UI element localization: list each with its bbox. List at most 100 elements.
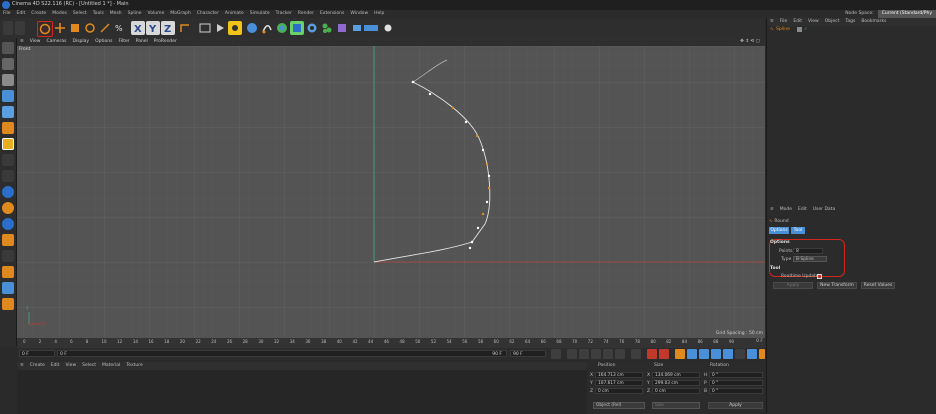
object-menu-edit[interactable]: Edit (790, 18, 805, 26)
autokey-icon[interactable] (659, 349, 669, 359)
end-frame-field[interactable]: 90 F (510, 350, 546, 357)
viewport-menu-cameras[interactable]: Cameras (43, 38, 69, 46)
move-icon[interactable] (53, 21, 67, 35)
apply-button[interactable]: Apply (773, 282, 813, 289)
menu-spline[interactable]: Spline (125, 10, 145, 18)
material-menu-select[interactable]: Select (79, 362, 99, 370)
next-frame-icon[interactable] (603, 349, 613, 359)
menu-select[interactable]: Select (70, 10, 90, 18)
menu-simulate[interactable]: Simulate (247, 10, 273, 18)
points-field[interactable]: 8 (793, 248, 823, 254)
menu-create[interactable]: Create (28, 10, 49, 18)
rotation-p-field[interactable]: 0 ° (709, 380, 763, 386)
menu-tools[interactable]: Tools (90, 10, 107, 18)
record-active-icon[interactable] (647, 349, 657, 359)
make-editable-icon[interactable] (2, 42, 14, 54)
size-x-field[interactable]: 134.069 cm (652, 372, 700, 378)
workplane-icon[interactable] (2, 218, 14, 230)
z-axis-lock-icon[interactable]: Z (161, 21, 175, 35)
viewport-front[interactable]: Front Y X Grid Spacing : 50 cm (17, 46, 765, 338)
material-menu-texture[interactable]: Texture (123, 362, 145, 370)
render-region-icon[interactable] (198, 21, 212, 35)
tab-tool[interactable]: Tool (791, 227, 805, 234)
rotation-h-field[interactable]: 0 ° (709, 372, 763, 378)
reset-values-button[interactable]: Reset Values (861, 282, 895, 289)
snap-icon[interactable] (2, 186, 14, 198)
light-icon[interactable] (381, 21, 395, 35)
preview-range-slider[interactable]: 0 F 90 F (57, 350, 507, 357)
type-dropdown[interactable]: B-Spline (793, 256, 827, 262)
subdivision-icon[interactable] (275, 21, 289, 35)
menu-modes[interactable]: Modes (49, 10, 70, 18)
lock-workplane-icon[interactable] (2, 234, 14, 246)
next-key-icon[interactable] (615, 349, 625, 359)
pen-spline-icon[interactable] (260, 21, 274, 35)
cloner-icon[interactable] (290, 21, 304, 35)
scale-key-icon[interactable] (699, 349, 709, 359)
play-icon[interactable] (591, 349, 601, 359)
position-key-icon[interactable] (687, 349, 697, 359)
previous-key-icon[interactable] (567, 349, 577, 359)
texture-mode-icon[interactable] (2, 74, 14, 86)
viewport-menu-filter[interactable]: Filter (115, 38, 132, 46)
deformer-icon[interactable] (305, 21, 319, 35)
menu-mesh[interactable]: Mesh (107, 10, 125, 18)
uv-mode-icon[interactable] (2, 138, 14, 150)
tab-options[interactable]: Options (769, 227, 789, 234)
viewport-menu-view[interactable]: View (27, 38, 44, 46)
material-menu-create[interactable]: Create (27, 362, 48, 370)
menu-mograph[interactable]: MoGraph (167, 10, 193, 18)
keyframe-selection-icon[interactable] (675, 349, 685, 359)
modeling-axis-icon[interactable] (2, 298, 14, 310)
rotation-key-icon[interactable] (711, 349, 721, 359)
viewport-menu-display[interactable]: Display (69, 38, 92, 46)
x-axis-lock-icon[interactable]: X (131, 21, 145, 35)
attribute-menu-edit[interactable]: Edit (795, 206, 810, 214)
undo-icon[interactable] (3, 21, 13, 35)
object-row-spline[interactable]: ∿ Spline ✓ (767, 27, 936, 33)
menu-render[interactable]: Render (295, 10, 317, 18)
quantize-icon[interactable] (2, 282, 14, 294)
tweak-mode-icon[interactable] (2, 170, 14, 182)
object-menu-bookmarks[interactable]: Bookmarks (858, 18, 889, 26)
points-mode-icon[interactable] (2, 90, 14, 102)
object-menu-tags[interactable]: Tags (842, 18, 858, 26)
polygons-mode-icon[interactable] (2, 122, 14, 134)
realtime-update-checkbox[interactable] (817, 274, 822, 279)
cube-icon[interactable] (245, 21, 259, 35)
menu-extensions[interactable]: Extensions (317, 10, 347, 18)
object-menu-object[interactable]: Object (822, 18, 843, 26)
attribute-menu-user-data[interactable]: User Data (810, 206, 838, 214)
menu-volume[interactable]: Volume (145, 10, 168, 18)
material-menu-material[interactable]: Material (99, 362, 123, 370)
size-y-field[interactable]: 299.03 cm (652, 380, 700, 386)
new-transform-button[interactable]: New Transform (817, 282, 857, 289)
planar-workplane-icon[interactable] (2, 266, 14, 278)
render-view-icon[interactable] (213, 21, 227, 35)
object-menu-file[interactable]: File (777, 18, 791, 26)
point-level-icon[interactable] (735, 349, 745, 359)
edges-mode-icon[interactable] (2, 106, 14, 118)
menu-edit[interactable]: Edit (14, 10, 29, 18)
coordinate-system-icon[interactable]: % (113, 21, 127, 35)
menu-file[interactable]: File (0, 10, 14, 18)
coordinate-mode-icon[interactable] (178, 21, 192, 35)
previous-frame-icon[interactable] (579, 349, 589, 359)
snap-settings-icon[interactable] (2, 202, 14, 214)
viewport-menu-panel[interactable]: Panel (133, 38, 151, 46)
go-to-end-icon[interactable] (631, 349, 641, 359)
attribute-menu-icon[interactable]: ≡ (767, 206, 777, 214)
viewport-menu-options[interactable]: Options (92, 38, 115, 46)
axis-mode-icon[interactable] (2, 154, 14, 166)
rotation-b-field[interactable]: 0 ° (709, 388, 763, 394)
viewport-menu-prorender[interactable]: ProRender (151, 38, 180, 46)
coordinates-apply-button[interactable]: Apply (708, 402, 763, 409)
model-mode-icon[interactable] (2, 58, 14, 70)
menu-tracker[interactable]: Tracker (273, 10, 295, 18)
field-icon[interactable] (320, 21, 334, 35)
floor-icon[interactable] (362, 21, 380, 35)
material-menu-view[interactable]: View (62, 362, 79, 370)
parameter-key-icon[interactable] (723, 349, 733, 359)
visibility-check-icon[interactable]: ✓ (804, 27, 808, 32)
menu-help[interactable]: Help (371, 10, 387, 18)
